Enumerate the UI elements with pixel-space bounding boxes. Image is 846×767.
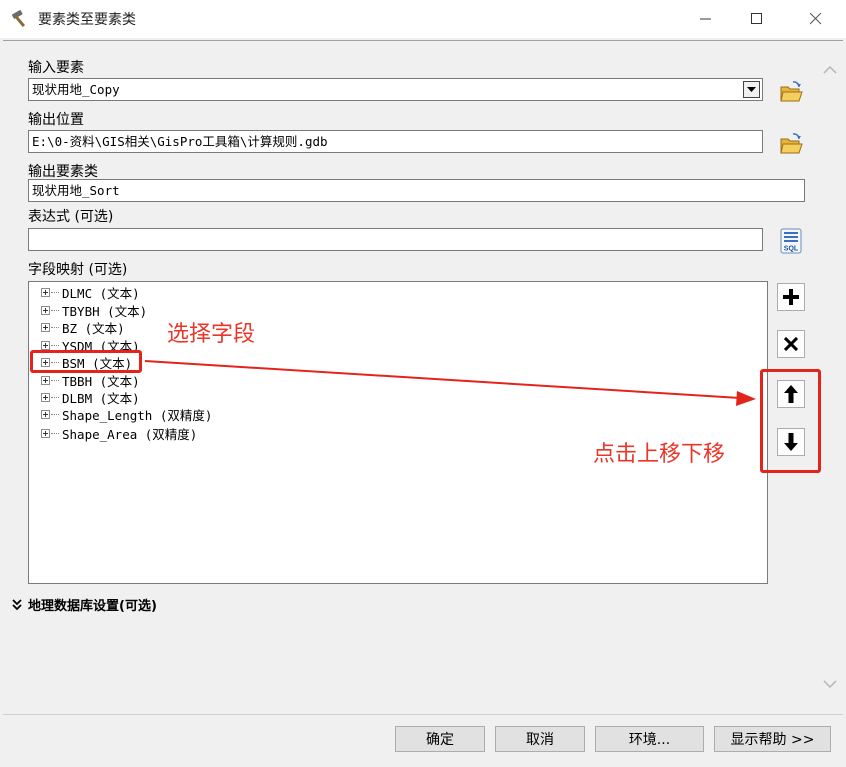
annotation-arrow xyxy=(144,360,756,406)
cancel-button[interactable]: 取消 xyxy=(495,726,585,752)
show-help-button[interactable]: 显示帮助 >> xyxy=(714,726,831,752)
environments-button[interactable]: 环境... xyxy=(595,726,704,752)
footer-separator xyxy=(3,714,843,715)
ok-button[interactable]: 确定 xyxy=(395,726,485,752)
